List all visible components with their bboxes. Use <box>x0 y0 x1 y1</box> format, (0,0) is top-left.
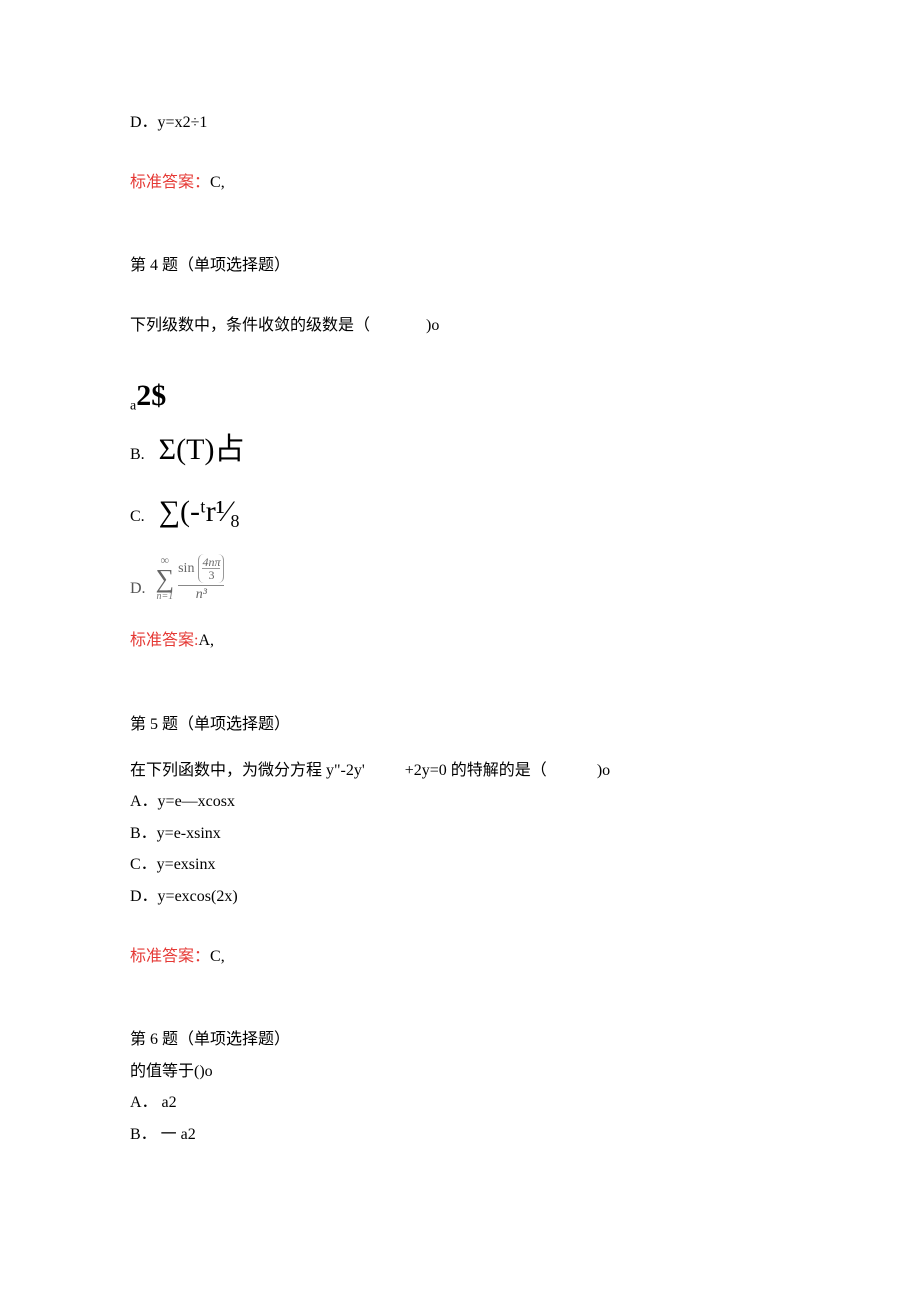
q4-option-d: D. ∞ ∑ n=1 sin 4nπ 3 n³ <box>130 554 790 602</box>
q5-stem-part3: )o <box>597 758 610 784</box>
q4-b-math: Σ(T)占 <box>159 433 245 466</box>
q5-heading: 第 5 题（单项选择题） <box>130 712 790 738</box>
q5-stem: 在下列函数中，为微分方程 y"-2y' +2y=0 的特解的是（ )o <box>130 758 790 784</box>
answer-label: 标准答案： <box>130 174 210 191</box>
q5-stem-part1: 在下列函数中，为微分方程 y"-2y' <box>130 758 365 784</box>
sigma-symbol: ∑ <box>156 566 175 592</box>
q4-c-prefix: C. <box>130 508 145 525</box>
q4-c-math: ∑(-ᵗr¹⁄₈ <box>159 495 241 528</box>
q6-heading: 第 6 题（单项选择题） <box>130 1027 790 1053</box>
q5-option-d: D．y=excos(2x) <box>130 884 790 910</box>
answer-value: A, <box>198 632 214 649</box>
answer-label: 标准答案： <box>130 948 210 965</box>
q4-option-a: a2$ <box>130 372 790 420</box>
sin-text: sin <box>178 562 194 576</box>
inner-fraction: 4nπ 3 <box>198 554 224 583</box>
q5-stem-part2: +2y=0 的特解的是（ <box>405 758 547 784</box>
q6-option-b: B． 一 a2 <box>130 1122 790 1148</box>
q4-a-big: 2$ <box>136 379 166 412</box>
q5-answer: 标准答案：C, <box>130 944 790 970</box>
q5-option-a: A．y=e—xcosx <box>130 789 790 815</box>
document-page: D．y=x2÷1 标准答案：C, 第 4 题（单项选择题） 下列级数中，条件收敛… <box>0 0 920 1194</box>
q6-stem: 的值等于()o <box>130 1059 790 1085</box>
sigma-bottom: n=1 <box>156 592 173 602</box>
answer-label: 标准答案: <box>130 632 198 649</box>
q6-option-a: A． a2 <box>130 1090 790 1116</box>
answer-value: C, <box>210 174 225 191</box>
q4-answer: 标准答案:A, <box>130 628 790 654</box>
q4-heading: 第 4 题（单项选择题） <box>130 253 790 279</box>
inner-num: 4nπ <box>202 556 220 568</box>
q4-stem-part2: )o <box>426 313 439 339</box>
q4-b-prefix: B. <box>130 446 145 463</box>
q4-d-prefix: D. <box>130 580 146 602</box>
q3-option-d: D．y=x2÷1 <box>130 110 790 136</box>
outer-fraction: sin 4nπ 3 n³ <box>178 554 224 602</box>
sigma-icon: ∞ ∑ n=1 <box>156 554 175 602</box>
answer-value: C, <box>210 948 225 965</box>
q4-stem-part1: 下列级数中，条件收敛的级数是（ <box>130 313 370 339</box>
fraction-numerator: sin 4nπ 3 <box>178 554 224 585</box>
q5-option-b: B．y=e-xsinx <box>130 821 790 847</box>
fraction-denominator: n³ <box>196 586 207 602</box>
inner-den: 3 <box>208 569 214 581</box>
q4-option-b: B. Σ(T)占 <box>130 426 790 474</box>
q3-answer: 标准答案：C, <box>130 170 790 196</box>
q4-d-formula: ∞ ∑ n=1 sin 4nπ 3 n³ <box>156 554 225 602</box>
q5-option-c: C．y=exsinx <box>130 852 790 878</box>
q4-stem: 下列级数中，条件收敛的级数是（ )o <box>130 313 790 339</box>
q4-option-c: C. ∑(-ᵗr¹⁄₈ <box>130 488 790 536</box>
